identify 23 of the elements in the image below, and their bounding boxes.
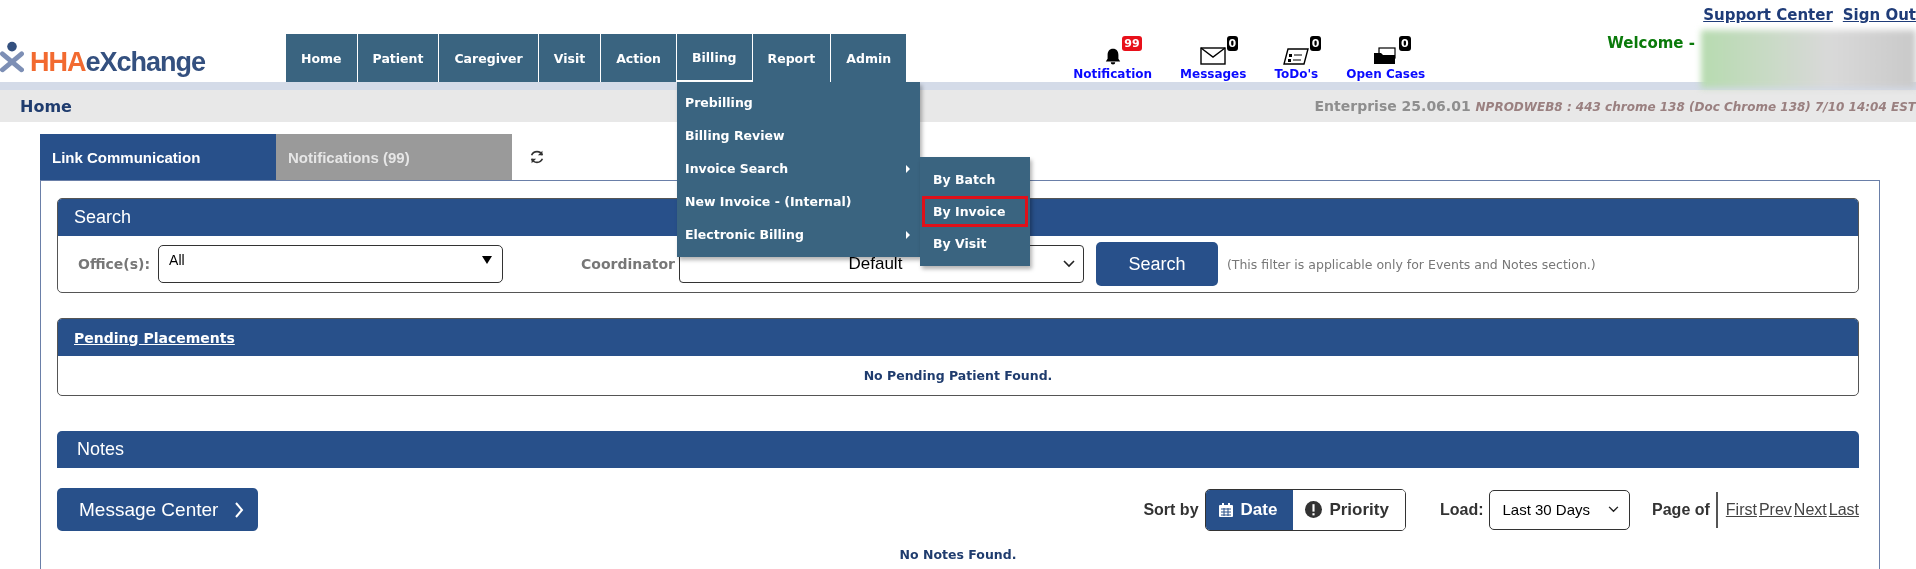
- empty-message: No Pending Patient Found.: [862, 367, 1054, 385]
- load-label: Load:: [1439, 500, 1484, 519]
- menu-item-label: Billing Review: [685, 128, 785, 143]
- empty-message: No Notes Found.: [898, 547, 1018, 562]
- menu-item-label: Electronic Billing: [685, 227, 804, 242]
- page-title: Home: [20, 96, 72, 116]
- section-title: Search: [74, 207, 132, 228]
- section-title: Notes: [77, 439, 125, 460]
- count-badge: 0: [1309, 36, 1322, 51]
- count-badge: 0: [1399, 36, 1411, 51]
- logo-text: HHAeXchange: [30, 49, 206, 76]
- version-text: Enterprise 25.06.01 NPRODWEB8 : 443 chrome 138 (Doc Chrome 138) 7/10 14:04 EST: [1314, 98, 1916, 114]
- menu-item-label: Invoice Search: [685, 161, 789, 176]
- welcome-text: Welcome -: [1607, 34, 1695, 52]
- office-label: Office(s):: [78, 256, 151, 272]
- page-label: Page of: [1652, 500, 1710, 519]
- count-badge: 0: [1226, 36, 1239, 51]
- sort-label: Sort by: [1143, 500, 1199, 519]
- menu-item-label: Prebilling: [685, 95, 753, 110]
- coordinator-label: Coordinator: [581, 256, 675, 272]
- count-badge: 99: [1122, 36, 1142, 51]
- menu-item-label: New Invoice - (Internal): [685, 194, 852, 209]
- filter-note: (This filter is applicable only for Events and Notes section.): [1226, 256, 1596, 272]
